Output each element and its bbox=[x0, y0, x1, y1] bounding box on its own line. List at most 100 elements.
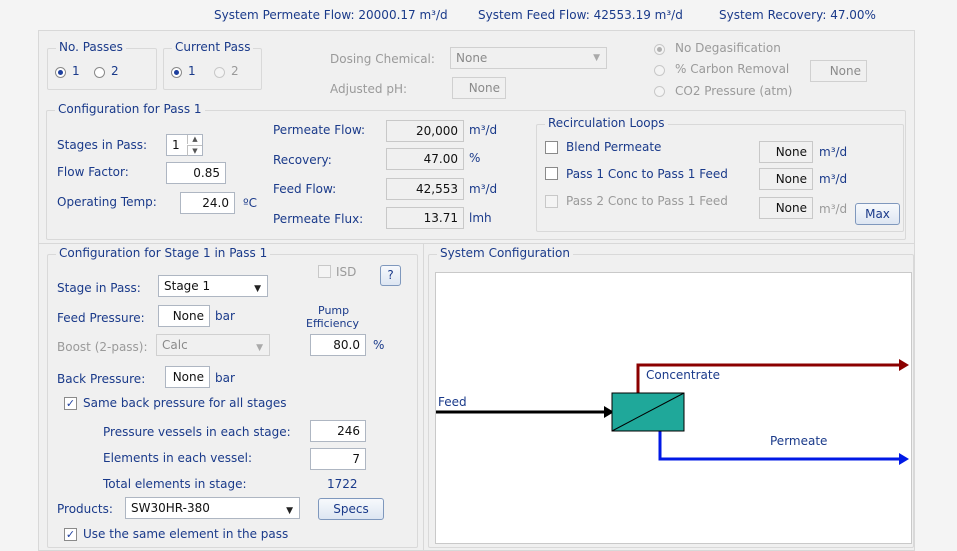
system-config-title: System Configuration bbox=[437, 246, 573, 260]
stages-value: 1 bbox=[172, 138, 180, 152]
feed-pressure-label: Feed Pressure: bbox=[57, 311, 145, 325]
feed-label: Feed bbox=[438, 395, 467, 409]
same-back-pressure-label: Same back pressure for all stages bbox=[83, 396, 287, 410]
total-elements-label: Total elements in stage: bbox=[103, 477, 247, 491]
operating-temp-label: Operating Temp: bbox=[57, 195, 157, 209]
temp-unit: ºC bbox=[243, 196, 258, 210]
recirculation-title: Recirculation Loops bbox=[545, 116, 668, 130]
concentrate-arrow-icon bbox=[899, 359, 909, 371]
dosing-chemical-label: Dosing Chemical: bbox=[330, 52, 435, 66]
stage-in-pass-label: Stage in Pass: bbox=[57, 281, 141, 295]
current-pass-radio-2-label: 2 bbox=[231, 64, 239, 78]
system-feed-flow: System Feed Flow: 42553.19 m³/d bbox=[478, 8, 683, 22]
pass2-conc-checkbox[interactable] bbox=[545, 195, 558, 208]
pump-efficiency-field[interactable]: 80.0 bbox=[310, 334, 366, 356]
recovery-label: Recovery: bbox=[273, 153, 332, 167]
passes-radio-1-label: 1 bbox=[72, 64, 80, 78]
concentrate-label: Concentrate bbox=[646, 368, 720, 382]
system-summary-bar: System Permeate Flow: 20000.17 m³/d Syst… bbox=[0, 0, 957, 28]
current-pass-radio-1-label: 1 bbox=[188, 64, 196, 78]
back-pressure-field[interactable]: None bbox=[165, 366, 210, 388]
elements-per-vessel-field[interactable]: 7 bbox=[310, 448, 366, 470]
carbon-removal-label: % Carbon Removal bbox=[675, 62, 790, 76]
same-back-pressure-checkbox[interactable]: ✓ bbox=[64, 397, 77, 410]
current-pass-title: Current Pass bbox=[172, 40, 254, 54]
pass2-conc-label: Pass 2 Conc to Pass 1 Feed bbox=[566, 194, 728, 208]
pressure-vessels-field[interactable]: 246 bbox=[310, 420, 366, 442]
feed-pressure-field[interactable]: None bbox=[158, 305, 210, 327]
max-button[interactable]: Max bbox=[855, 203, 900, 225]
boost-value: Calc bbox=[162, 338, 188, 352]
blend-permeate-label: Blend Permeate bbox=[566, 140, 662, 154]
pressure-vessels-label: Pressure vessels in each stage: bbox=[103, 425, 291, 439]
passes-radio-2[interactable] bbox=[94, 67, 105, 78]
help-button[interactable]: ? bbox=[380, 265, 401, 286]
feed-flow-unit: m³/d bbox=[469, 182, 498, 196]
pump-efficiency-label-2: Efficiency bbox=[306, 317, 359, 330]
blend-permeate-unit: m³/d bbox=[819, 145, 848, 159]
permeate-flow-label: Permeate Flow: bbox=[273, 123, 366, 137]
passes-radio-2-label: 2 bbox=[111, 64, 119, 78]
pump-efficiency-label-1: Pump bbox=[318, 304, 350, 317]
pass1-conc-unit: m³/d bbox=[819, 172, 848, 186]
specs-button[interactable]: Specs bbox=[318, 498, 384, 520]
co2-pressure-label: CO2 Pressure (atm) bbox=[675, 84, 793, 98]
flow-diagram-svg: Feed Concentrate Permeate bbox=[436, 359, 909, 465]
permeate-flux-label: Permeate Flux: bbox=[273, 212, 364, 226]
feed-flow-label: Feed Flow: bbox=[273, 182, 337, 196]
permeate-flux-field[interactable]: 13.71 bbox=[386, 207, 464, 229]
back-pressure-label: Back Pressure: bbox=[57, 372, 146, 386]
total-elements-value: 1722 bbox=[327, 477, 358, 491]
products-select[interactable]: SW30HR-380 ▼ bbox=[125, 497, 300, 519]
stage-config-title: Configuration for Stage 1 in Pass 1 bbox=[56, 246, 271, 260]
products-label: Products: bbox=[57, 502, 113, 516]
chevron-down-icon: ▼ bbox=[593, 53, 600, 63]
dosing-chemical-select[interactable]: None ▼ bbox=[450, 47, 607, 69]
spin-up-icon[interactable]: ▲ bbox=[187, 135, 202, 144]
pass1-conc-field[interactable]: None bbox=[759, 168, 813, 190]
recovery-field[interactable]: 47.00 bbox=[386, 148, 464, 170]
carbon-removal-radio[interactable] bbox=[654, 65, 665, 76]
boost-select[interactable]: Calc ▼ bbox=[156, 334, 270, 356]
chevron-down-icon: ▼ bbox=[254, 284, 261, 294]
isd-label: ISD bbox=[336, 265, 357, 279]
spin-down-icon[interactable]: ▼ bbox=[187, 145, 202, 156]
feed-pressure-unit: bar bbox=[215, 309, 235, 323]
degas-value-field[interactable]: None bbox=[810, 60, 867, 82]
pass1-conc-label: Pass 1 Conc to Pass 1 Feed bbox=[566, 167, 728, 181]
same-element-label: Use the same element in the pass bbox=[83, 527, 289, 541]
blend-permeate-field[interactable]: None bbox=[759, 141, 813, 163]
permeate-flux-unit: lmh bbox=[469, 211, 492, 225]
recovery-unit: % bbox=[469, 151, 481, 165]
passes-radio-1[interactable] bbox=[55, 67, 66, 78]
flow-factor-field[interactable]: 0.85 bbox=[166, 162, 226, 184]
operating-temp-field[interactable]: 24.0 bbox=[180, 192, 235, 214]
stages-spinner[interactable]: 1 ▲ ▼ bbox=[166, 134, 203, 156]
chevron-down-icon: ▼ bbox=[286, 506, 293, 516]
stage-in-pass-value: Stage 1 bbox=[164, 279, 211, 293]
pass1-conc-checkbox[interactable] bbox=[545, 167, 558, 180]
stage-in-pass-select[interactable]: Stage 1 ▼ bbox=[158, 275, 268, 297]
current-pass-radio-1[interactable] bbox=[171, 67, 182, 78]
chevron-down-icon: ▼ bbox=[256, 343, 263, 353]
no-degas-label: No Degasification bbox=[675, 41, 781, 55]
co2-pressure-radio[interactable] bbox=[654, 86, 665, 97]
dosing-chemical-value: None bbox=[456, 51, 488, 65]
pass-config-title: Configuration for Pass 1 bbox=[55, 102, 205, 116]
permeate-flow-field[interactable]: 20,000 bbox=[386, 120, 464, 142]
current-pass-radio-2[interactable] bbox=[214, 67, 225, 78]
feed-flow-field[interactable]: 42,553 bbox=[386, 178, 464, 200]
pass2-conc-unit: m³/d bbox=[819, 202, 848, 216]
back-pressure-unit: bar bbox=[215, 371, 235, 385]
system-permeate-flow: System Permeate Flow: 20000.17 m³/d bbox=[214, 8, 448, 22]
elements-per-vessel-label: Elements in each vessel: bbox=[103, 451, 253, 465]
permeate-label: Permeate bbox=[770, 434, 827, 448]
same-element-checkbox[interactable]: ✓ bbox=[64, 528, 77, 541]
no-degas-radio[interactable] bbox=[654, 44, 665, 55]
blend-permeate-checkbox[interactable] bbox=[545, 141, 558, 154]
adjusted-ph-field[interactable]: None bbox=[452, 77, 506, 99]
stages-label: Stages in Pass: bbox=[57, 138, 148, 152]
pass2-conc-field[interactable]: None bbox=[759, 197, 813, 219]
adjusted-ph-label: Adjusted pH: bbox=[330, 82, 408, 96]
isd-checkbox[interactable] bbox=[318, 265, 331, 278]
